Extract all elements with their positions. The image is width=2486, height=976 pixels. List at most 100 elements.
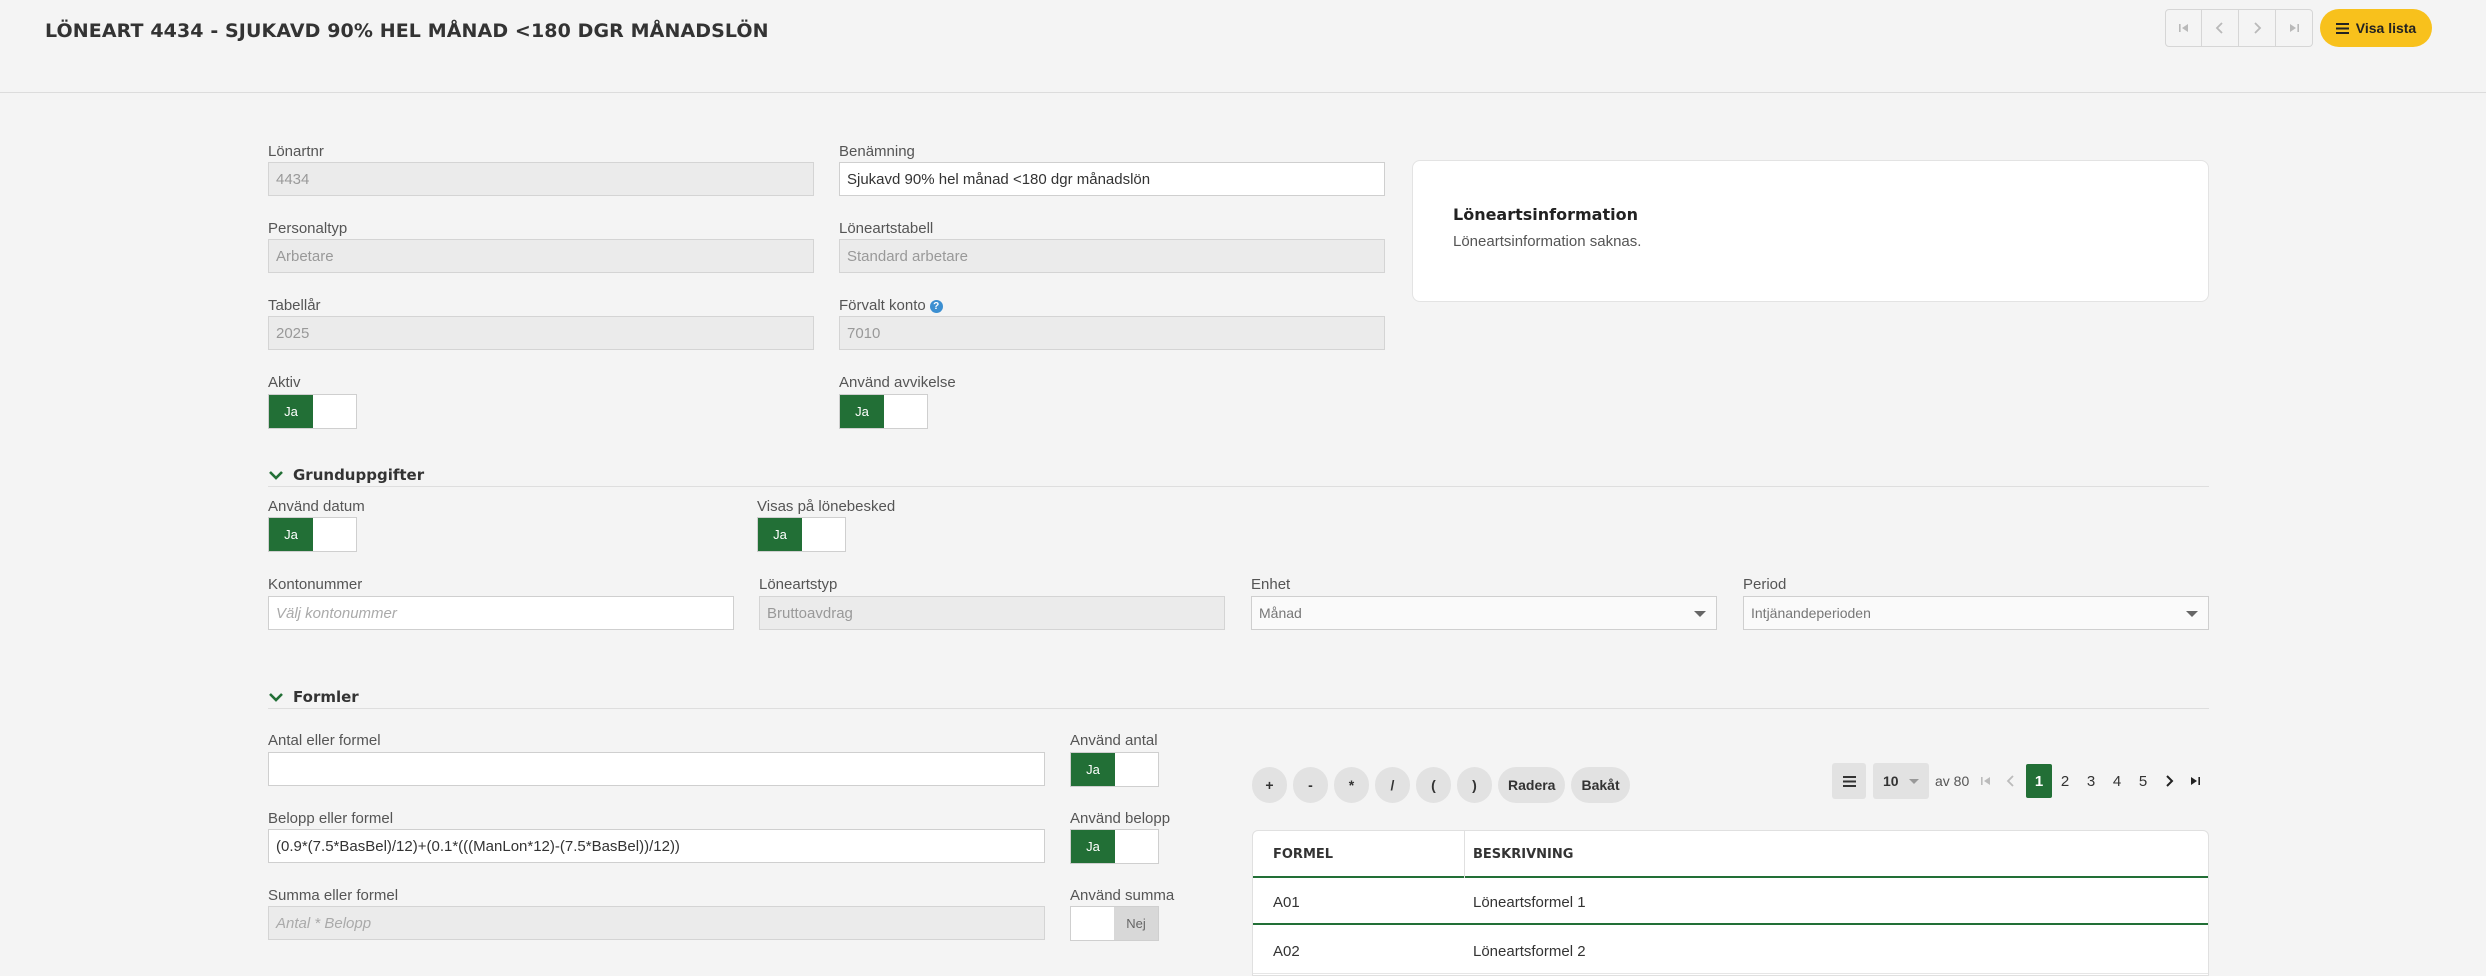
last-record-button[interactable] — [2276, 9, 2313, 47]
dropdown-arrow-icon — [2186, 611, 2198, 617]
formel-cell: A01 — [1273, 894, 1300, 911]
grunduppgifter-heading: Grunduppgifter — [293, 466, 425, 484]
page-4-button[interactable]: 4 — [2104, 764, 2130, 798]
help-icon[interactable]: ? — [929, 300, 943, 313]
enhet-label: Enhet — [1251, 576, 1291, 593]
belopp-label: Belopp eller formel — [268, 810, 394, 827]
visas-pa-lonebesked-label: Visas på lönebesked — [757, 498, 896, 515]
anvand-belopp-toggle[interactable]: Ja — [1070, 829, 1159, 864]
page-2-button[interactable]: 2 — [2052, 764, 2078, 798]
anvand-datum-toggle[interactable]: Ja — [268, 517, 357, 552]
chevron-left-icon — [2006, 775, 2014, 787]
minus-operator-button[interactable]: - — [1293, 767, 1328, 803]
anvand-datum-toggle-on: Ja — [269, 518, 313, 551]
forvalt-konto-label-text: Förvalt konto — [839, 297, 926, 314]
column-header-beskrivning[interactable]: BESKRIVNING — [1473, 847, 1573, 862]
anvand-summa-toggle-off: Nej — [1114, 907, 1158, 940]
first-icon — [1981, 777, 1990, 785]
personaltyp-field: Arbetare — [268, 239, 814, 273]
first-record-button[interactable] — [2165, 9, 2202, 47]
enhet-select[interactable]: Månad — [1251, 596, 1717, 630]
tabellar-label: Tabellår — [268, 297, 321, 314]
table-row[interactable]: A01 Löneartsformel 1 — [1253, 878, 2208, 925]
anvand-avvikelse-label: Använd avvikelse — [839, 374, 956, 391]
loneartstabell-field: Standard arbetare — [839, 239, 1385, 273]
anvand-datum-label: Använd datum — [268, 498, 365, 515]
page-5-button[interactable]: 5 — [2130, 764, 2156, 798]
visas-pa-lonebesked-toggle[interactable]: Ja — [757, 517, 846, 552]
kontonummer-field[interactable]: Välj kontonummer — [268, 596, 734, 630]
chevron-right-icon — [2254, 22, 2262, 34]
page-header: LÖNEART 4434 - SJUKAVD 90% HEL MÅNAD <18… — [0, 0, 2486, 93]
table-row[interactable]: A02 Löneartsformel 2 — [1253, 927, 2208, 974]
radera-button[interactable]: Radera — [1498, 767, 1566, 803]
dropdown-arrow-icon — [1694, 611, 1706, 617]
page-size-value: 10 — [1883, 773, 1899, 789]
next-record-button[interactable] — [2239, 9, 2276, 47]
forvalt-konto-field: 7010 — [839, 316, 1385, 350]
grunduppgifter-section-toggle[interactable]: Grunduppgifter — [268, 466, 424, 484]
column-divider — [1464, 831, 1465, 878]
anvand-summa-toggle[interactable]: Nej — [1070, 906, 1159, 941]
plus-operator-button[interactable]: + — [1252, 767, 1287, 803]
period-selected-value: Intjänandeperioden — [1751, 605, 1871, 621]
first-page-button[interactable] — [1979, 764, 1993, 798]
table-menu-button[interactable] — [1832, 763, 1866, 799]
page-1-button[interactable]: 1 — [2026, 764, 2052, 798]
open-paren-button[interactable]: ( — [1416, 767, 1451, 803]
page-size-select[interactable]: 10 — [1873, 763, 1929, 799]
divide-operator-button[interactable]: / — [1375, 767, 1410, 803]
page-3-button[interactable]: 3 — [2078, 764, 2104, 798]
benamning-label: Benämning — [839, 143, 915, 160]
section-divider — [268, 708, 2209, 709]
kontonummer-label: Kontonummer — [268, 576, 363, 593]
close-paren-button[interactable]: ) — [1457, 767, 1492, 803]
formel-cell: A02 — [1273, 943, 1300, 960]
aktiv-toggle-on: Ja — [269, 395, 313, 428]
belopp-field[interactable]: (0.9*(7.5*BasBel)/12)+(0.1*(((ManLon*12)… — [268, 829, 1045, 863]
anvand-avvikelse-toggle-on: Ja — [840, 395, 884, 428]
formler-section-toggle[interactable]: Formler — [268, 688, 359, 706]
aktiv-toggle[interactable]: Ja — [268, 394, 357, 429]
table-header: FORMEL BESKRIVNING — [1253, 831, 2208, 878]
visas-pa-lonebesked-toggle-on: Ja — [758, 518, 802, 551]
period-select[interactable]: Intjänandeperioden — [1743, 596, 2209, 630]
loneartsinformation-card: Löneartsinformation Löneartsinformation … — [1412, 160, 2209, 302]
personaltyp-label: Personaltyp — [268, 220, 348, 237]
chevron-down-icon — [269, 471, 283, 480]
anvand-belopp-toggle-on: Ja — [1071, 830, 1115, 863]
dropdown-arrow-icon — [1909, 779, 1919, 784]
visa-lista-label: Visa lista — [2355, 20, 2417, 36]
enhet-selected-value: Månad — [1259, 605, 1302, 621]
summa-field[interactable]: Antal * Belopp — [268, 906, 1045, 940]
forvalt-konto-label: Förvalt konto? — [839, 297, 943, 314]
anvand-avvikelse-toggle[interactable]: Ja — [839, 394, 928, 429]
first-icon — [2178, 24, 2188, 32]
loneartstabell-label: Löneartstabell — [839, 220, 934, 237]
info-card-text: Löneartsinformation saknas. — [1453, 233, 1642, 250]
bakat-button[interactable]: Bakåt — [1571, 767, 1630, 803]
antal-field[interactable] — [268, 752, 1045, 786]
formler-heading: Formler — [293, 688, 359, 706]
summa-label: Summa eller formel — [268, 887, 399, 904]
page-title: LÖNEART 4434 - SJUKAVD 90% HEL MÅNAD <18… — [45, 20, 769, 42]
beskrivning-cell: Löneartsformel 2 — [1473, 943, 1586, 960]
multiply-operator-button[interactable]: * — [1334, 767, 1369, 803]
last-icon — [2191, 777, 2200, 785]
next-page-button[interactable] — [2162, 764, 2176, 798]
anvand-summa-label: Använd summa — [1070, 887, 1175, 904]
previous-record-button[interactable] — [2202, 9, 2239, 47]
info-card-title: Löneartsinformation — [1453, 205, 1638, 224]
chevron-left-icon — [2215, 22, 2223, 34]
anvand-antal-toggle[interactable]: Ja — [1070, 752, 1159, 787]
anvand-antal-label: Använd antal — [1070, 732, 1158, 749]
loneartstyp-field: Bruttoavdrag — [759, 596, 1225, 630]
tabellar-field: 2025 — [268, 316, 814, 350]
formula-table: FORMEL BESKRIVNING A01 Löneartsformel 1 … — [1252, 830, 2209, 976]
benamning-field[interactable]: Sjukavd 90% hel månad <180 dgr månadslön — [839, 162, 1385, 196]
last-page-button[interactable] — [2188, 764, 2202, 798]
column-header-formel[interactable]: FORMEL — [1273, 847, 1333, 862]
visa-lista-button[interactable]: Visa lista — [2320, 9, 2432, 47]
previous-page-button[interactable] — [2004, 764, 2018, 798]
list-icon — [2335, 22, 2349, 34]
